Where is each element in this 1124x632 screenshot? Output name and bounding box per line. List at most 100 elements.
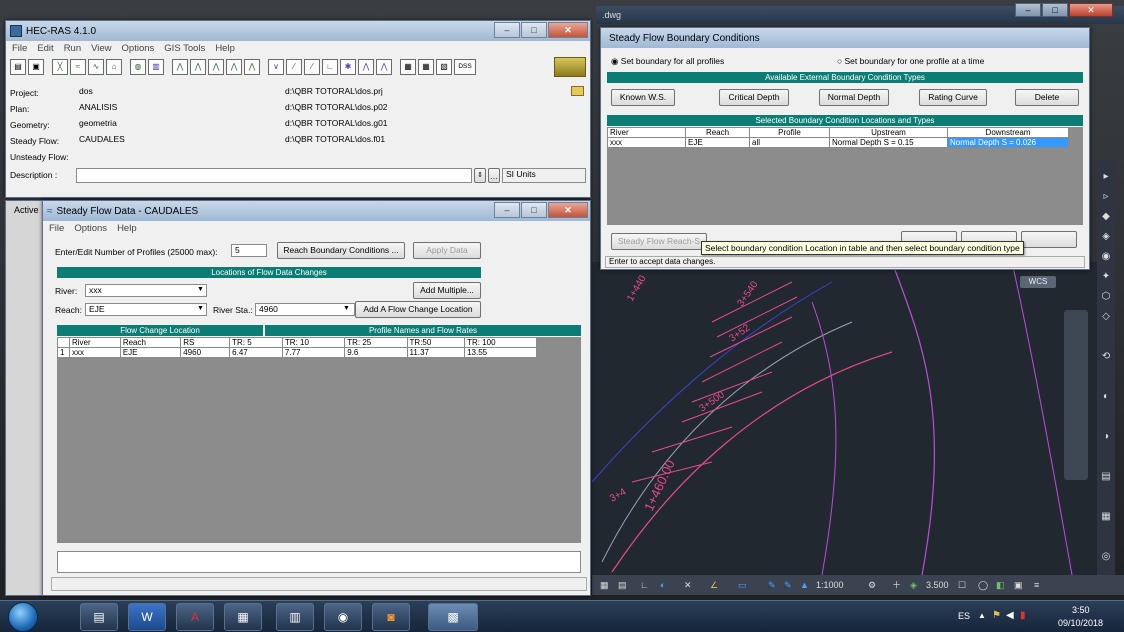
- hydraulic-properties-icon[interactable]: ⋀: [376, 59, 392, 75]
- autocad-icon[interactable]: A: [176, 603, 214, 631]
- media-icon[interactable]: ◙: [372, 603, 410, 631]
- known-ws-button[interactable]: Known W.S.: [611, 89, 675, 106]
- units-value[interactable]: 3.500: [926, 575, 949, 595]
- word-icon[interactable]: W: [128, 603, 166, 631]
- network-icon[interactable]: ▮: [1020, 610, 1026, 621]
- snap-icon[interactable]: ▤: [618, 575, 627, 595]
- run-unsteady-icon[interactable]: ⋀: [190, 59, 206, 75]
- unsteady-flow-file-field[interactable]: [282, 150, 586, 163]
- osnap-icon[interactable]: ✕: [684, 575, 692, 595]
- cad-tool-icon[interactable]: ◇: [1099, 310, 1113, 324]
- steady-menu-file[interactable]: File: [49, 223, 64, 234]
- table-cell[interactable]: 6.47: [229, 347, 283, 358]
- annotation-scale-icon[interactable]: ✎: [784, 575, 792, 595]
- layer-icon[interactable]: ◈: [910, 575, 917, 595]
- geometry-icon[interactable]: ╳: [52, 59, 68, 75]
- cad-tool-icon[interactable]: ◑: [1099, 430, 1113, 444]
- cad-close-button[interactable]: ✕: [1069, 3, 1113, 17]
- profiles-input[interactable]: 5: [231, 244, 267, 257]
- steady-flow-reach-button[interactable]: Steady Flow Reach-S: [611, 233, 707, 250]
- table-cell[interactable]: Normal Depth S = 0.15: [829, 137, 948, 148]
- explorer-icon[interactable]: ▤: [80, 603, 118, 631]
- chevron-down-icon[interactable]: ▼: [197, 305, 204, 312]
- table-cell[interactable]: EJE: [119, 347, 182, 358]
- cad-tool-icon[interactable]: ◈: [1099, 230, 1113, 244]
- isolate-icon[interactable]: ◯: [978, 575, 988, 595]
- cad-drawing-area[interactable]: 1+440 1+460.00 3+540 3+52 3+500 3+4 WCS: [592, 262, 1098, 575]
- cad-maximize-button[interactable]: □: [1042, 3, 1068, 17]
- menu-gis-tools[interactable]: GIS Tools: [164, 43, 205, 54]
- table-cell[interactable]: xxx: [607, 137, 686, 148]
- geometry-name-field[interactable]: geometria: [76, 118, 280, 131]
- annotation-icon[interactable]: ✎: [768, 575, 776, 595]
- open-icon[interactable]: ▤: [10, 59, 26, 75]
- apply-data-button[interactable]: Apply Data: [413, 242, 481, 259]
- steady-flow-icon[interactable]: ≈: [70, 59, 86, 75]
- steady-message-box[interactable]: [57, 551, 581, 573]
- workspace-icon[interactable]: ☐: [958, 575, 966, 595]
- steady-flow-file-field[interactable]: d:\QBR TOTORAL\dos.f01: [282, 134, 586, 147]
- navigation-bar[interactable]: [1064, 310, 1088, 480]
- cad-tool-icon[interactable]: ▸: [1099, 170, 1113, 184]
- sediment-icon[interactable]: ◍: [130, 59, 146, 75]
- steady-maximize-button[interactable]: □: [521, 202, 547, 218]
- active-tab[interactable]: Active: [14, 205, 39, 215]
- hecras-maximize-button[interactable]: □: [521, 22, 547, 38]
- menu-file[interactable]: File: [12, 43, 27, 54]
- scale-value[interactable]: 1:1000: [816, 575, 844, 595]
- cad-minimize-button[interactable]: –: [1015, 3, 1041, 17]
- description-field[interactable]: [76, 168, 472, 183]
- table-cell[interactable]: 4960: [180, 347, 231, 358]
- profile-table-icon[interactable]: ▦: [418, 59, 434, 75]
- hecras-minimize-button[interactable]: –: [494, 22, 520, 38]
- help-button[interactable]: [1021, 231, 1077, 248]
- cad-tool-icon[interactable]: ◉: [1099, 250, 1113, 264]
- description-spin-button[interactable]: ⇕: [474, 168, 486, 183]
- project-name-field[interactable]: dos: [76, 86, 280, 99]
- customize-icon[interactable]: ≡: [1034, 575, 1039, 595]
- tray-flag-icon[interactable]: ⚑: [992, 610, 1001, 621]
- clean-screen-icon[interactable]: ▣: [1014, 575, 1023, 595]
- cad-tool-icon[interactable]: ◎: [1099, 550, 1113, 564]
- cad-tool-icon[interactable]: ✦: [1099, 270, 1113, 284]
- table-cell-selected[interactable]: Normal Depth S = 0.026: [947, 137, 1069, 148]
- menu-help[interactable]: Help: [215, 43, 235, 54]
- steady-close-button[interactable]: ✕: [548, 202, 588, 218]
- clock-time[interactable]: 3:50: [1072, 605, 1090, 615]
- radio-all-profiles[interactable]: ◉ Set boundary for all profiles: [611, 56, 724, 67]
- chevron-down-icon[interactable]: ▼: [197, 286, 204, 293]
- table-row[interactable]: xxx EJE all Normal Depth S = 0.15 Normal…: [607, 137, 1069, 148]
- chevron-down-icon[interactable]: ▼: [343, 305, 350, 312]
- grid-icon[interactable]: ▦: [600, 575, 609, 595]
- lineweight-icon[interactable]: ▭: [738, 575, 747, 595]
- cad-tool-icon[interactable]: ◐: [1099, 390, 1113, 404]
- menu-edit[interactable]: Edit: [37, 43, 53, 54]
- hardware-icon[interactable]: ◧: [996, 575, 1005, 595]
- plan-file-field[interactable]: d:\QBR TOTORAL\dos.p02: [282, 102, 586, 115]
- profile-plot-icon[interactable]: ⁄: [286, 59, 302, 75]
- polar-icon[interactable]: ◐: [660, 575, 665, 595]
- cad-tool-icon[interactable]: ▦: [1099, 510, 1113, 524]
- reach-boundary-conditions-button[interactable]: Reach Boundary Conditions ...: [277, 242, 405, 259]
- hydraulic-design-icon[interactable]: ⋀: [226, 59, 242, 75]
- delete-button[interactable]: Delete: [1015, 89, 1079, 106]
- ortho-icon[interactable]: ∟: [640, 575, 649, 595]
- annotation-visibility-icon[interactable]: ▲: [800, 575, 809, 595]
- tray-arrow-icon[interactable]: ▲: [978, 611, 986, 620]
- unsteady-flow-icon[interactable]: ∿: [88, 59, 104, 75]
- rating-curve-icon[interactable]: ∟: [322, 59, 338, 75]
- run-wq-icon[interactable]: ⋀: [244, 59, 260, 75]
- detailed-table-icon[interactable]: ▦: [400, 59, 416, 75]
- water-quality-icon[interactable]: ▥: [148, 59, 164, 75]
- si-units-field[interactable]: SI Units: [502, 168, 586, 183]
- critical-depth-button[interactable]: Critical Depth: [719, 89, 789, 106]
- plus-icon[interactable]: ＋: [892, 575, 901, 595]
- cad-tool-icon[interactable]: ⟲: [1099, 350, 1113, 364]
- dss-button[interactable]: DSS: [454, 59, 476, 75]
- photos-icon[interactable]: ▦: [224, 603, 262, 631]
- start-orb-icon[interactable]: [8, 602, 38, 632]
- cross-section-plot-icon[interactable]: ∨: [268, 59, 284, 75]
- clock-date[interactable]: 09/10/2018: [1058, 618, 1103, 628]
- chrome-icon[interactable]: ◉: [324, 603, 362, 631]
- language-indicator[interactable]: ES: [958, 611, 970, 621]
